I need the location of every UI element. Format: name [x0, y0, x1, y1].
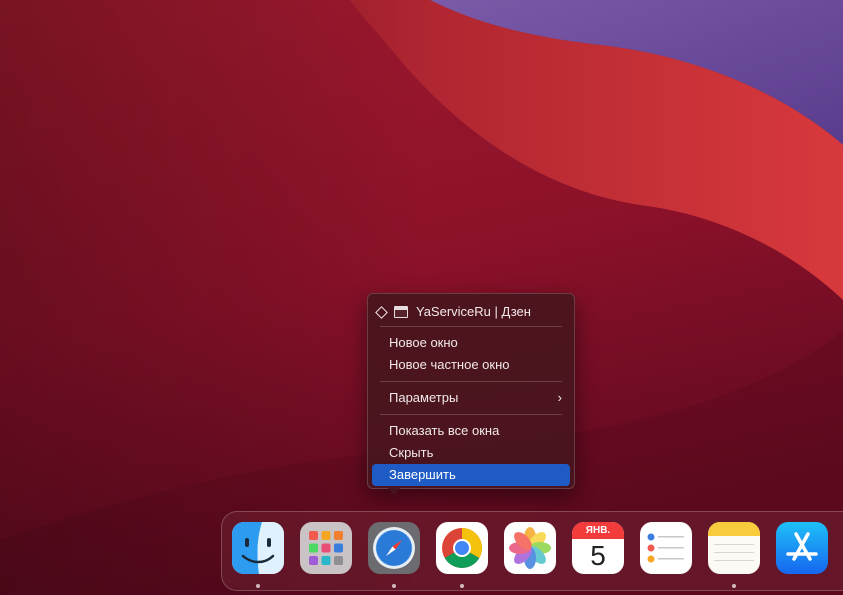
menu-item-settings-label: Параметры	[389, 390, 459, 405]
notes-icon[interactable]	[708, 522, 760, 574]
dock-context-menu: YaServiceRu | Дзен Новое окно Новое част…	[367, 293, 575, 489]
menu-item-new-window[interactable]: Новое окно	[372, 332, 570, 354]
menu-item-quit[interactable]: Завершить	[372, 464, 570, 486]
menu-pointer	[386, 486, 402, 495]
menu-window-entry[interactable]: YaServiceRu | Дзен	[375, 302, 531, 322]
running-indicator	[732, 584, 736, 588]
calendar-icon[interactable]: ЯНВ. 5	[572, 522, 624, 574]
calendar-day: 5	[590, 540, 606, 571]
running-indicator	[460, 584, 464, 588]
finder-icon[interactable]	[232, 522, 284, 574]
minimized-diamond-icon	[375, 305, 388, 319]
chrome-icon[interactable]	[436, 522, 488, 574]
menu-item-show-all-windows[interactable]: Показать все окна	[372, 420, 570, 442]
safari-icon[interactable]	[368, 522, 420, 574]
reminders-icon[interactable]	[640, 522, 692, 574]
menu-item-hide[interactable]: Скрыть	[372, 442, 570, 464]
menu-separator	[380, 326, 562, 327]
photos-icon[interactable]	[504, 522, 556, 574]
menu-window-title: YaServiceRu | Дзен	[416, 304, 531, 319]
menu-item-new-private-window[interactable]: Новое частное окно	[372, 354, 570, 376]
calendar-month: ЯНВ.	[572, 522, 624, 539]
window-icon	[394, 306, 408, 318]
menu-item-settings[interactable]: Параметры ›	[372, 387, 570, 409]
app-store-icon[interactable]	[776, 522, 828, 574]
running-indicator	[392, 584, 396, 588]
launchpad-icon[interactable]	[300, 522, 352, 574]
menu-separator	[380, 381, 562, 382]
running-indicator	[256, 584, 260, 588]
menu-separator	[380, 414, 562, 415]
chevron-right-icon: ›	[557, 390, 562, 405]
